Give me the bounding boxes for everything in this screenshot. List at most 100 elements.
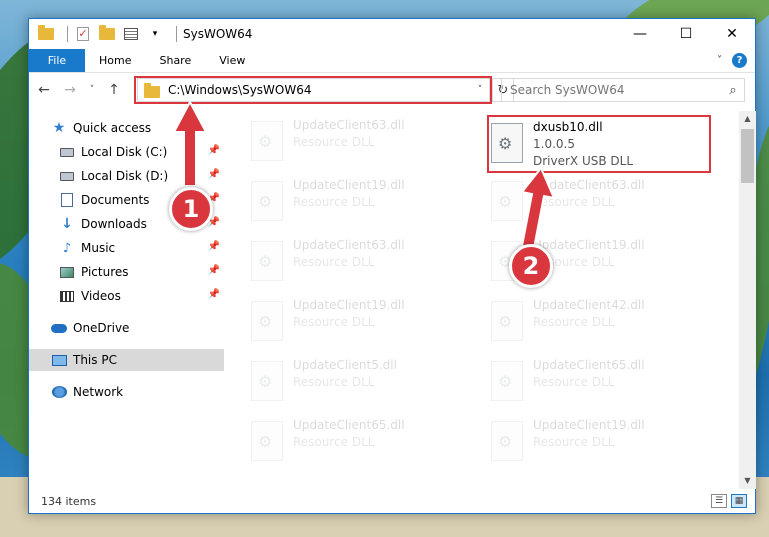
list-item[interactable]: UpdateClient63.dll Resource DLL: [245, 115, 473, 171]
network-icon: [51, 384, 67, 400]
up-button[interactable]: ↑: [103, 79, 125, 101]
file-name: UpdateClient5.dll: [293, 358, 397, 372]
sidebar-item-label: Documents: [81, 193, 150, 207]
sidebar-item-this-pc[interactable]: This PC: [29, 349, 224, 371]
list-item[interactable]: UpdateClient65.dll Resource DLL: [485, 355, 713, 411]
navigation-pane: ★ Quick access Local Disk (C:) 📌 Local D…: [29, 111, 224, 489]
tab-home[interactable]: Home: [85, 49, 145, 72]
sidebar-item-local-disk-d[interactable]: Local Disk (D:) 📌: [29, 165, 224, 187]
details-view-button[interactable]: ☰: [711, 494, 727, 508]
list-item[interactable]: UpdateClient19.dll Resource DLL: [245, 175, 473, 231]
sidebar-item-network[interactable]: Network: [29, 381, 224, 403]
ribbon-tabs: File Home Share View ˅ ?: [29, 49, 755, 73]
pin-icon[interactable]: 📌: [208, 169, 220, 180]
drive-icon: [59, 168, 75, 184]
divider: [176, 26, 177, 42]
folder-icon: [37, 25, 55, 43]
properties-icon[interactable]: [122, 25, 140, 43]
folder-icon: [144, 82, 160, 98]
sidebar-item-label: Quick access: [73, 121, 152, 135]
search-input[interactable]: [510, 83, 722, 97]
file-description: Resource DLL: [533, 375, 615, 389]
sidebar-item-music[interactable]: ♪ Music 📌: [29, 237, 224, 259]
expand-ribbon-chevron-icon[interactable]: ˅: [717, 55, 722, 66]
window-controls: — ☐ ✕: [617, 19, 755, 49]
vertical-scrollbar[interactable]: ▲ ▼: [739, 111, 756, 489]
file-item-dxusb10[interactable]: dxusb10.dll 1.0.0.5 DriverX USB DLL: [485, 117, 713, 173]
list-item[interactable]: UpdateClient5.dll Resource DLL: [245, 355, 473, 411]
properties-check-icon[interactable]: ✓: [74, 25, 92, 43]
explorer-window: ✓ ▾ SysWOW64 — ☐ ✕ File Home Share View …: [28, 18, 756, 514]
tab-view[interactable]: View: [205, 49, 259, 72]
customize-toolbar-icon[interactable]: ▾: [146, 25, 164, 43]
dll-file-icon: [251, 301, 283, 341]
sidebar-item-quick-access[interactable]: ★ Quick access: [29, 117, 224, 139]
recent-locations-button[interactable]: ˅: [85, 79, 99, 101]
file-description: Resource DLL: [293, 135, 375, 149]
dll-file-icon: [491, 301, 523, 341]
sidebar-item-pictures[interactable]: Pictures 📌: [29, 261, 224, 283]
pin-icon[interactable]: 📌: [208, 289, 220, 300]
file-description: DriverX USB DLL: [533, 154, 634, 168]
file-description: Resource DLL: [533, 195, 615, 209]
tab-share[interactable]: Share: [145, 49, 205, 72]
help-icon[interactable]: ?: [732, 53, 747, 68]
list-item[interactable]: UpdateClient19.dll Resource DLL: [245, 295, 473, 351]
file-description: Resource DLL: [293, 375, 375, 389]
sidebar-item-videos[interactable]: Videos 📌: [29, 285, 224, 307]
address-bar[interactable]: C:\Windows\SysWOW64 ˅: [137, 78, 490, 102]
minimize-button[interactable]: —: [617, 19, 663, 49]
dll-file-icon: [491, 123, 523, 163]
list-item[interactable]: UpdateClient19.dll Resource DLL: [485, 415, 713, 471]
title-bar[interactable]: ✓ ▾ SysWOW64 — ☐ ✕: [29, 19, 755, 49]
sidebar-item-label: Pictures: [81, 265, 129, 279]
drive-icon: [59, 144, 75, 160]
dll-file-icon: [251, 121, 283, 161]
file-name: UpdateClient63.dll: [293, 118, 405, 132]
step-2-badge: 2: [509, 244, 553, 288]
sidebar-item-label: Music: [81, 241, 116, 255]
file-description: Resource DLL: [293, 255, 375, 269]
file-name: UpdateClient63.dll: [293, 238, 405, 252]
new-folder-icon[interactable]: [98, 25, 116, 43]
search-icon[interactable]: ⌕: [722, 83, 744, 98]
list-item[interactable]: UpdateClient42.dll Resource DLL: [485, 295, 713, 351]
file-version: 1.0.0.5: [533, 137, 575, 151]
list-item[interactable]: UpdateClient63.dll Resource DLL: [485, 175, 713, 231]
divider: [67, 26, 68, 42]
file-description: Resource DLL: [533, 315, 615, 329]
close-button[interactable]: ✕: [709, 19, 755, 49]
tab-file[interactable]: File: [29, 49, 85, 72]
sidebar-item-label: Downloads: [81, 217, 147, 231]
back-button[interactable]: ←: [33, 79, 55, 101]
file-name: UpdateClient65.dll: [533, 358, 645, 372]
dll-file-icon: [251, 181, 283, 221]
onedrive-icon: [51, 320, 67, 336]
ribbon-right: ˅ ?: [717, 49, 755, 72]
list-item[interactable]: UpdateClient63.dll Resource DLL: [245, 235, 473, 291]
address-dropdown-icon[interactable]: ˅: [471, 85, 489, 95]
address-path[interactable]: C:\Windows\SysWOW64: [168, 83, 471, 97]
file-name: UpdateClient19.dll: [533, 238, 645, 252]
sidebar-item-local-disk-c[interactable]: Local Disk (C:) 📌: [29, 141, 224, 163]
dll-file-icon: [491, 421, 523, 461]
pin-icon[interactable]: 📌: [208, 265, 220, 276]
downloads-icon: ↓: [61, 216, 73, 232]
pin-icon[interactable]: 📌: [208, 145, 220, 156]
quick-access-toolbar: ✓ ▾ SysWOW64: [29, 19, 252, 49]
sidebar-item-label: Local Disk (C:): [81, 145, 168, 159]
scroll-thumb[interactable]: [741, 129, 754, 183]
dll-file-icon: [251, 421, 283, 461]
scroll-up-button[interactable]: ▲: [739, 111, 756, 127]
tiles-view-button[interactable]: ▦: [731, 494, 747, 508]
list-item[interactable]: UpdateClient65.dll Resource DLL: [245, 415, 473, 471]
dll-file-icon: [251, 241, 283, 281]
forward-button[interactable]: →: [59, 79, 81, 101]
music-icon: ♪: [62, 240, 72, 256]
maximize-button[interactable]: ☐: [663, 19, 709, 49]
dll-file-icon: [491, 361, 523, 401]
scroll-down-button[interactable]: ▼: [739, 473, 756, 489]
pin-icon[interactable]: 📌: [208, 241, 220, 252]
sidebar-item-onedrive[interactable]: OneDrive: [29, 317, 224, 339]
search-box[interactable]: ⌕: [501, 78, 745, 102]
